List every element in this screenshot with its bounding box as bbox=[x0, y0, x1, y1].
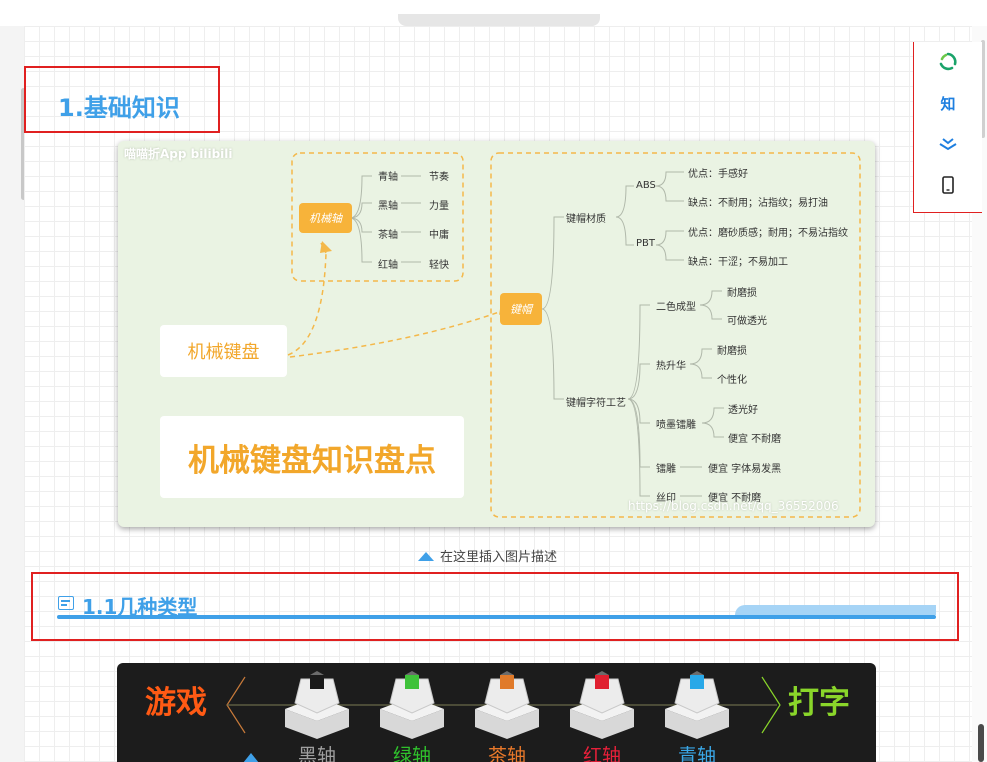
top-bar bbox=[0, 0, 987, 26]
switch-label: 青轴 bbox=[677, 745, 716, 762]
mindmap-root: 机械键盘 bbox=[160, 325, 287, 377]
switch-image bbox=[380, 671, 444, 739]
heading-underline bbox=[57, 615, 936, 619]
switch-name: 茶轴 bbox=[378, 230, 398, 241]
abs-label: ABS bbox=[636, 180, 656, 191]
switch-trait: 轻快 bbox=[429, 260, 449, 271]
abs-pro: 优点：手感好 bbox=[688, 169, 748, 180]
switch-image bbox=[570, 671, 634, 739]
heading-basics: 1.基础知识 bbox=[58, 94, 180, 122]
top-bar-tab bbox=[398, 14, 600, 26]
craft-detail: 便宜 字体易发黑 bbox=[708, 464, 782, 475]
switch-trait: 力量 bbox=[429, 201, 449, 212]
switch-types-image: 游戏 打字 黑轴 绿轴 茶轴 红轴 青轴 bbox=[117, 663, 876, 762]
switch-item: 黑轴 bbox=[277, 669, 357, 762]
banner-typing: 打字 bbox=[788, 685, 850, 721]
craft-detail: 耐磨损 bbox=[727, 288, 757, 299]
switch-item: 绿轴 bbox=[372, 669, 452, 762]
switch-item: 茶轴 bbox=[467, 669, 547, 762]
switch-label: 绿轴 bbox=[392, 745, 431, 762]
right-scrollbar-thumb[interactable] bbox=[978, 724, 984, 762]
switch-name: 黑轴 bbox=[378, 201, 398, 212]
switch-trait: 中庸 bbox=[429, 230, 449, 241]
switch-label: 红轴 bbox=[582, 745, 621, 762]
mobile-button[interactable] bbox=[914, 170, 982, 200]
craft-detail: 便宜 不耐磨 bbox=[728, 434, 782, 445]
craft-detail: 透光好 bbox=[728, 405, 758, 416]
keycap-node: 键帽 bbox=[500, 293, 542, 325]
zhihu-icon: 知 bbox=[940, 94, 956, 113]
phone-icon bbox=[942, 176, 954, 194]
switch-label: 黑轴 bbox=[297, 745, 336, 762]
pbt-label: PBT bbox=[636, 238, 655, 249]
switch-name: 青轴 bbox=[378, 172, 398, 183]
pbt-pro: 优点：磨砂质感；耐用；不易沾指纹 bbox=[688, 228, 848, 239]
banner-gaming: 游戏 bbox=[145, 685, 207, 721]
keycap-craft: 键帽字符工艺 bbox=[566, 398, 626, 409]
craft-detail: 耐磨损 bbox=[717, 346, 747, 357]
mindmap-watermark: 喵喵折App bilibili bbox=[124, 147, 233, 161]
switch-image bbox=[665, 671, 729, 739]
mindmap-image: 喵喵折App bilibili 机械轴 青轴 节奏 黑轴 力量 茶轴 中庸 红轴… bbox=[118, 141, 875, 527]
pbt-con: 缺点：干涩；不易加工 bbox=[688, 257, 788, 268]
switch-label: 茶轴 bbox=[487, 745, 526, 762]
switch-item: 红轴 bbox=[562, 669, 642, 762]
heading-icon bbox=[58, 596, 74, 610]
download-button[interactable] bbox=[914, 129, 982, 159]
zhihu-button[interactable]: 知 bbox=[914, 88, 982, 118]
switch-node: 机械轴 bbox=[299, 203, 352, 233]
craft-detail: 可做透光 bbox=[727, 316, 767, 327]
switch-trait: 节奏 bbox=[429, 172, 449, 183]
craft-two-color: 二色成型 bbox=[656, 302, 696, 313]
craft-laser: 镭雕 bbox=[656, 464, 676, 475]
craft-spray-laser: 喷墨镭雕 bbox=[656, 420, 696, 431]
craft-dye-sub: 热升华 bbox=[656, 361, 686, 372]
mindmap-title: 机械键盘知识盘点 bbox=[160, 416, 464, 498]
switch-name: 红轴 bbox=[378, 260, 398, 271]
craft-detail: 个性化 bbox=[717, 375, 747, 386]
caption-text: 在这里插入图片描述 bbox=[440, 550, 558, 565]
heading-decoration bbox=[735, 605, 936, 615]
switch-item: 青轴 bbox=[657, 669, 737, 762]
refresh-button[interactable] bbox=[914, 47, 982, 77]
refresh-icon bbox=[939, 52, 957, 71]
image-caption[interactable]: 在这里插入图片描述 bbox=[418, 546, 557, 565]
caption-triangle-icon bbox=[418, 552, 434, 561]
floating-toolbar: 知 bbox=[914, 42, 982, 212]
mindmap-url-watermark: https://blog.csdn.net/qq_36552006 bbox=[628, 499, 839, 513]
switch-image bbox=[285, 671, 349, 739]
abs-con: 缺点：不耐用；沾指纹；易打油 bbox=[688, 198, 828, 209]
keycap-material: 键帽材质 bbox=[566, 214, 606, 225]
switch-image bbox=[475, 671, 539, 739]
download-icon bbox=[939, 138, 957, 151]
